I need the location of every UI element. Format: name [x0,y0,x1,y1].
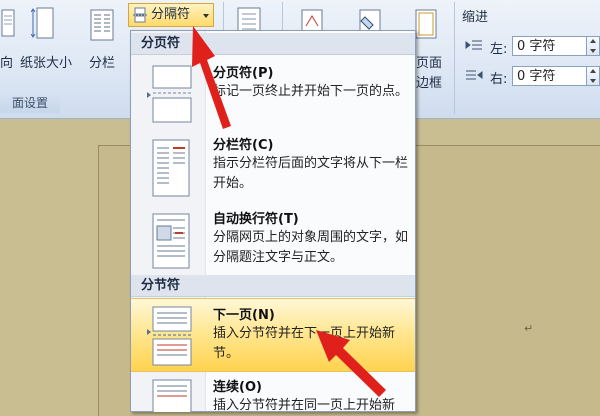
menu-item-description: 指示分栏符后面的文字将从下一栏开始。 [213,156,409,191]
menu-item-title: 自动换行符(T) [213,212,299,227]
indent-group-title: 缩进 [462,10,489,25]
indent-right-field[interactable]: 0 字符 [512,66,588,86]
indent-right-spinner[interactable] [586,66,600,86]
orientation-label: 向 [0,56,14,71]
section-breaks-header: 分节符 [131,275,415,297]
indent-left-label: 左: [490,42,508,57]
indent-left-field[interactable]: 0 字符 [512,36,588,56]
menu-item-title: 连续(O) [213,380,262,395]
page-border-label-1: 页面 [416,56,443,71]
group-divider [454,2,455,114]
column-break-icon [152,139,190,197]
text-wrapping-break-icon [152,213,190,269]
breaks-icon [133,7,147,23]
annotation-arrow-icon [192,26,231,129]
columns-button[interactable]: 分栏 [82,0,122,90]
menu-item-text-wrapping-break[interactable]: 自动换行符(T) 分隔网页上的对象周围的文字，如分隔题注文字与正文。 [131,202,415,274]
indent-right-label: 右: [490,72,508,87]
page-border-label-2: 边框 [416,76,443,91]
menu-item-column-break[interactable]: 分栏符(C) 指示分栏符后面的文字将从下一栏开始。 [131,128,415,202]
page-size-icon [31,7,54,39]
annotation-arrow-icon [316,330,386,397]
paragraph-mark: ↵ [524,322,534,335]
columns-icon [90,9,114,41]
chevron-down-icon [203,14,209,18]
menu-item-page-break[interactable]: 分页符(P) 标记一页终止并开始下一页的点。 [131,56,415,128]
indent-left-spinner[interactable] [586,36,600,56]
next-page-section-break-icon [152,306,192,366]
page-size-button[interactable]: 纸张大小 [14,0,78,90]
menu-item-title: 分栏符(C) [213,138,274,153]
menu-item-description: 分隔网页上的对象周围的文字，如分隔题注文字与正文。 [213,230,409,265]
indent-right-icon [466,70,483,80]
indent-left-icon [465,40,482,50]
page-size-label: 纸张大小 [19,56,72,71]
continuous-section-break-icon [152,379,192,412]
menu-item-title: 下一页(N) [213,308,275,323]
columns-label: 分栏 [88,56,115,71]
page-setup-group-title: 面设置 [0,93,60,113]
page-breaks-header: 分页符 [131,33,415,55]
